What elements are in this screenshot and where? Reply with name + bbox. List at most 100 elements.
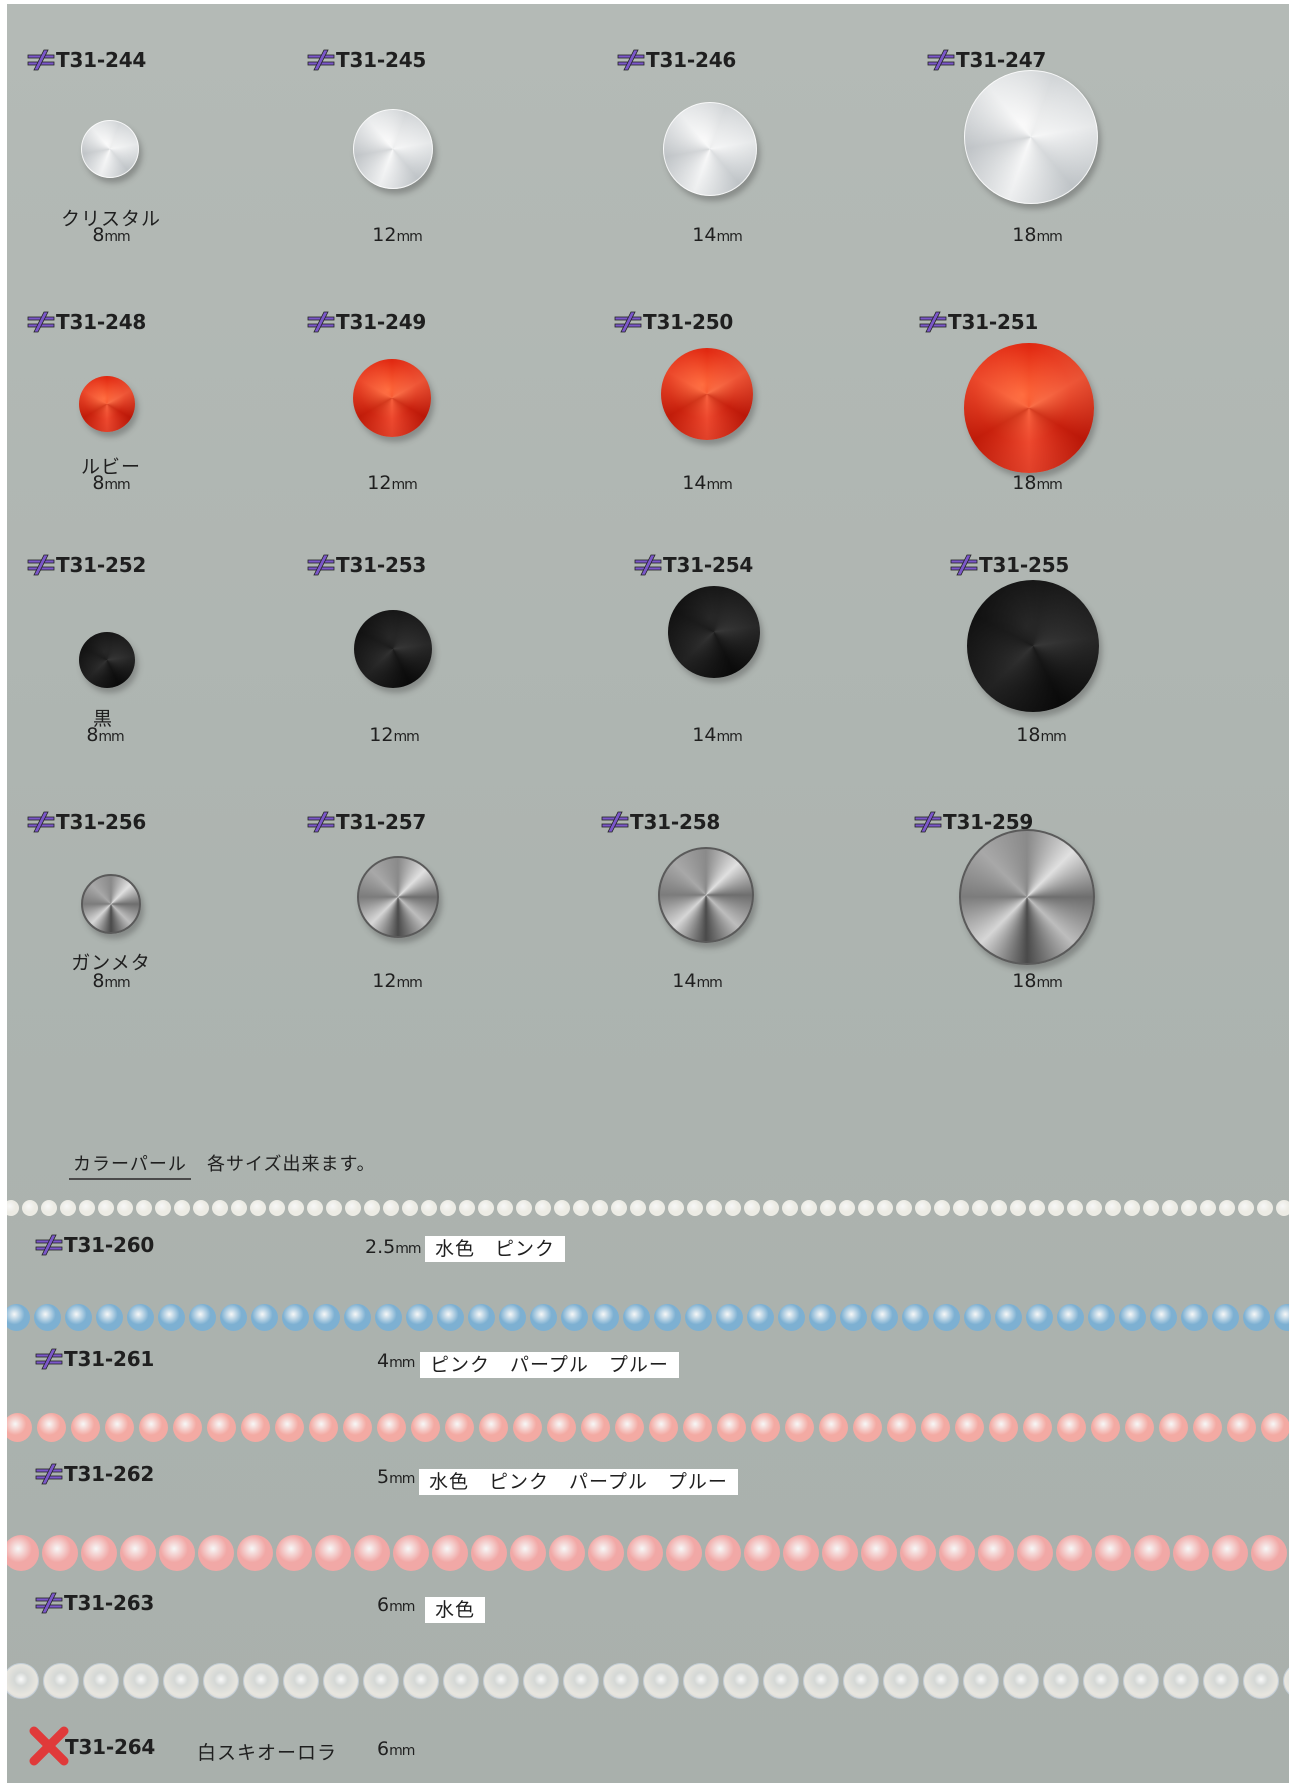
- product-code-text: T31-254: [663, 553, 754, 577]
- size-unit: mm: [104, 477, 130, 493]
- product-code: T31-263: [35, 1591, 154, 1615]
- brand-logo-icon: [27, 811, 55, 833]
- size-value: 14: [692, 724, 717, 746]
- product-code-text: T31-249: [336, 310, 427, 334]
- size-unit: mm: [1036, 975, 1062, 991]
- color-name: 白スキオーロラ: [197, 1742, 338, 1764]
- size-unit: mm: [716, 229, 742, 245]
- product-code-text: T31-263: [64, 1591, 155, 1615]
- product-code: T31-250: [614, 310, 733, 334]
- rivoli-stone-image: [967, 580, 1099, 712]
- product-code: T31-258: [601, 810, 720, 834]
- brand-logo-icon: [307, 49, 335, 71]
- size-unit: mm: [1036, 229, 1062, 245]
- size-label: 12mm: [372, 970, 422, 992]
- rivoli-stone-image: [964, 343, 1094, 473]
- size-label: 8mm: [86, 724, 124, 746]
- rivoli-stone-image: [964, 70, 1098, 204]
- size-value: 6: [377, 1738, 390, 1760]
- size-value: 18: [1012, 970, 1037, 992]
- size-label: 6mm: [377, 1738, 415, 1760]
- available-colors: 水色 ピンク パープル プルー: [419, 1469, 738, 1495]
- size-label: 8mm: [92, 224, 130, 246]
- brand-logo-icon: [35, 1348, 63, 1370]
- rivoli-stone-image: [79, 632, 135, 688]
- product-code: T31-251: [919, 310, 1038, 334]
- product-code-text: T31-248: [56, 310, 147, 334]
- size-value: 14: [692, 224, 717, 246]
- size-label: 18mm: [1016, 724, 1066, 746]
- brand-logo-icon: [307, 311, 335, 333]
- brand-logo-icon: [27, 311, 55, 333]
- size-label: 8mm: [92, 970, 130, 992]
- product-code: T31-247: [927, 48, 1046, 72]
- product-code-text: T31-261: [64, 1347, 155, 1371]
- size-label: 14mm: [672, 970, 722, 992]
- size-unit: mm: [716, 729, 742, 745]
- product-code: T31-254: [634, 553, 753, 577]
- size-label: 5mm: [377, 1466, 415, 1488]
- size-label: 12mm: [367, 472, 417, 494]
- pearl-strand-image: [7, 1412, 1289, 1445]
- available-colors: 水色 ピンク: [425, 1236, 566, 1262]
- available-colors: ピンク パープル プルー: [420, 1352, 679, 1378]
- product-code: T31-248: [27, 310, 146, 334]
- brand-logo-icon: [601, 811, 629, 833]
- size-value: 18: [1016, 724, 1041, 746]
- size-unit: mm: [389, 1743, 415, 1759]
- brand-logo-icon: [35, 1234, 63, 1256]
- product-code: T31-249: [307, 310, 426, 334]
- discontinued-x-icon: [29, 1726, 69, 1770]
- size-unit: mm: [1036, 477, 1062, 493]
- size-value: 12: [372, 970, 397, 992]
- size-label: 18mm: [1012, 970, 1062, 992]
- size-label: 14mm: [682, 472, 732, 494]
- size-unit: mm: [389, 1355, 415, 1371]
- size-value: 8: [86, 724, 99, 746]
- size-unit: mm: [696, 975, 722, 991]
- size-unit: mm: [1040, 729, 1066, 745]
- product-code: T31-261: [35, 1347, 154, 1371]
- size-label: 12mm: [372, 224, 422, 246]
- pearl-strand-image: [7, 1199, 1289, 1219]
- rivoli-stone-image: [658, 847, 754, 943]
- brand-logo-icon: [27, 49, 55, 71]
- brand-logo-icon: [617, 49, 645, 71]
- product-code: T31-252: [27, 553, 146, 577]
- size-value: 12: [372, 224, 397, 246]
- size-label: 2.5mm: [365, 1236, 422, 1258]
- rivoli-stone-image: [81, 874, 141, 934]
- size-unit: mm: [389, 1471, 415, 1487]
- brand-logo-icon: [634, 554, 662, 576]
- size-value: 5: [377, 1466, 390, 1488]
- size-value: 8: [92, 472, 105, 494]
- size-value: 18: [1012, 224, 1037, 246]
- product-code-text: T31-250: [643, 310, 734, 334]
- product-code: T31-256: [27, 810, 146, 834]
- size-label: 8mm: [92, 472, 130, 494]
- rivoli-stone-image: [661, 348, 753, 440]
- size-unit: mm: [706, 477, 732, 493]
- size-value: 14: [672, 970, 697, 992]
- pearl-strand-image: [7, 1534, 1289, 1574]
- brand-logo-icon: [35, 1592, 63, 1614]
- rivoli-stone-image: [663, 102, 757, 196]
- product-code: T31-262: [35, 1462, 154, 1486]
- size-value: 14: [682, 472, 707, 494]
- rivoli-stone-image: [354, 610, 432, 688]
- brand-logo-icon: [27, 554, 55, 576]
- available-colors: 水色: [425, 1597, 486, 1623]
- product-code-text: T31-246: [646, 48, 737, 72]
- product-code-text: T31-260: [64, 1233, 155, 1257]
- brand-logo-icon: [307, 811, 335, 833]
- size-value: 4: [377, 1350, 390, 1372]
- pearl-strand-image: [7, 1662, 1289, 1702]
- rivoli-stone-image: [353, 359, 431, 437]
- size-label: 14mm: [692, 724, 742, 746]
- rivoli-stone-image: [81, 120, 139, 178]
- product-code: T31-246: [617, 48, 736, 72]
- brand-logo-icon: [927, 49, 955, 71]
- product-code-text: T31-262: [64, 1462, 155, 1486]
- size-value: 6: [377, 1594, 390, 1616]
- size-label: 6mm: [377, 1594, 415, 1616]
